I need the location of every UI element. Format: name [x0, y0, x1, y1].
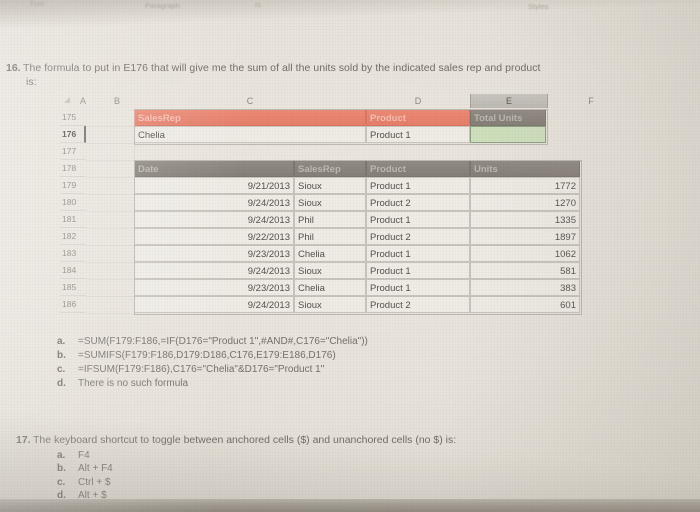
question-16-text-continued: is: — [26, 76, 37, 88]
grid-cell-ab-179 — [86, 177, 135, 195]
grid-cell-ab-183 — [86, 245, 135, 263]
criteria-value-total-units[interactable] — [470, 126, 546, 143]
table-row[interactable]: Product 2 — [366, 194, 470, 211]
word-ribbon-remnant: Font Paragraph rs Styles — [0, 0, 700, 20]
data-header-units: Units — [470, 160, 580, 177]
table-row[interactable]: Product 1 — [366, 245, 470, 262]
table-row[interactable]: 9/24/2013 — [134, 211, 294, 228]
table-row[interactable]: Sioux — [294, 296, 366, 313]
ribbon-font-label: Font — [30, 1, 45, 8]
table-row[interactable]: Sioux — [294, 194, 366, 211]
table-row[interactable]: Phil — [294, 211, 366, 228]
grid-cell-ab-176 — [86, 126, 135, 144]
grid-cell-ab-181 — [86, 211, 135, 229]
table-row[interactable]: Chelia — [294, 245, 366, 262]
option-16b-letter: b. — [57, 350, 66, 361]
option-17a-text[interactable]: F4 — [78, 450, 90, 461]
table-row[interactable]: 1270 — [470, 194, 580, 211]
option-16c-text[interactable]: =IFSUM(F179:F186),C176="Chelia"&D176="Pr… — [78, 364, 324, 375]
grid-cell-ab-180 — [86, 194, 135, 212]
table-row[interactable]: Sioux — [294, 177, 366, 194]
table-row[interactable]: 9/24/2013 — [134, 296, 294, 313]
option-17c-letter: c. — [57, 477, 66, 488]
criteria-value-salesrep[interactable]: Chelia — [134, 126, 366, 143]
data-header-salesrep: SalesRep — [294, 160, 366, 177]
question-17-number: 17. — [16, 434, 31, 446]
ribbon-launcher-icon: rs — [255, 2, 261, 9]
option-17b-text[interactable]: Alt + F4 — [78, 463, 113, 474]
spreadsheet-screenshot: A B C D E F 175 176 177 178 179 180 181 … — [60, 94, 640, 322]
row-header-180[interactable]: 180 — [60, 194, 86, 211]
column-header-c[interactable]: C — [134, 94, 366, 108]
table-row[interactable]: 383 — [470, 279, 580, 296]
option-16a-letter: a. — [57, 336, 66, 347]
option-16c-letter: c. — [57, 364, 66, 375]
ribbon-styles-label: Styles — [528, 2, 549, 11]
table-row[interactable]: 581 — [470, 262, 580, 279]
grid-cell-ab-178 — [86, 160, 135, 178]
criteria-header-product: Product — [366, 109, 470, 126]
grid-cell-ab-177 — [86, 143, 135, 161]
criteria-header-total-units: Total Units — [470, 109, 546, 126]
grid-cell-ab-184 — [86, 262, 135, 280]
table-row[interactable]: Product 1 — [366, 177, 470, 194]
row-header-175[interactable]: 175 — [60, 109, 86, 126]
grid-cell-ab-186 — [86, 296, 135, 314]
row-header-178[interactable]: 178 — [60, 160, 86, 177]
option-17b-letter: b. — [57, 463, 66, 474]
grid-cell-ab-185 — [86, 279, 135, 297]
option-16d-text[interactable]: There is no such formula — [78, 378, 188, 389]
question-16-text: The formula to put in E176 that will giv… — [23, 62, 541, 74]
table-row[interactable]: 1772 — [470, 177, 580, 194]
table-row[interactable]: 9/22/2013 — [134, 228, 294, 245]
option-17c-text[interactable]: Ctrl + $ — [78, 477, 111, 488]
table-row[interactable]: 601 — [470, 296, 580, 313]
column-header-e[interactable]: E — [470, 94, 548, 108]
table-row[interactable]: Product 1 — [366, 279, 470, 296]
column-header-a[interactable]: A — [68, 94, 98, 108]
photographed-exam-page: Font Paragraph rs Styles 16. The formula… — [0, 0, 700, 512]
row-header-179[interactable]: 179 — [60, 177, 86, 194]
grid-cell-ab-182 — [86, 228, 135, 246]
table-row[interactable]: 9/24/2013 — [134, 262, 294, 279]
row-header-186[interactable]: 186 — [60, 296, 86, 313]
row-header-176[interactable]: 176 — [60, 126, 86, 143]
table-row[interactable]: 1062 — [470, 245, 580, 262]
criteria-header-salesrep: SalesRep — [134, 109, 366, 126]
table-row[interactable]: Chelia — [294, 279, 366, 296]
option-16b-text[interactable]: =SUMIFS(F179:F186,D179:D186,C176,E179:E1… — [78, 350, 336, 361]
row-header-177[interactable]: 177 — [60, 143, 86, 160]
question-17-text: The keyboard shortcut to toggle between … — [33, 434, 457, 446]
row-header-182[interactable]: 182 — [60, 228, 86, 245]
option-16a-text[interactable]: =SUM(F179:F186,=IF(D176="Product 1",#AND… — [78, 336, 368, 347]
table-row[interactable]: Product 2 — [366, 228, 470, 245]
question-16-number: 16. — [6, 62, 21, 74]
table-row[interactable]: Product 1 — [366, 211, 470, 228]
table-row[interactable]: 9/21/2013 — [134, 177, 294, 194]
table-row[interactable]: Product 2 — [366, 296, 470, 313]
table-row[interactable]: 9/23/2013 — [134, 245, 294, 262]
data-header-date: Date — [134, 160, 294, 177]
table-row[interactable]: 1897 — [470, 228, 580, 245]
row-header-185[interactable]: 185 — [60, 279, 86, 296]
ribbon-paragraph-label: Paragraph — [145, 1, 181, 10]
grid-cell-ab-175 — [86, 109, 135, 127]
table-row[interactable]: 9/23/2013 — [134, 279, 294, 296]
data-header-product: Product — [366, 160, 470, 177]
row-header-183[interactable]: 183 — [60, 245, 86, 262]
table-row[interactable]: Product 1 — [366, 262, 470, 279]
row-header-184[interactable]: 184 — [60, 262, 86, 279]
column-header-f[interactable]: F — [546, 94, 636, 108]
table-row[interactable]: 9/24/2013 — [134, 194, 294, 211]
option-17a-letter: a. — [57, 450, 66, 461]
page-bottom-edge — [0, 499, 700, 512]
table-row[interactable]: 1335 — [470, 211, 580, 228]
table-row[interactable]: Sioux — [294, 262, 366, 279]
criteria-value-product[interactable]: Product 1 — [366, 126, 470, 143]
table-row[interactable]: Phil — [294, 228, 366, 245]
option-16d-letter: d. — [57, 378, 66, 389]
row-header-181[interactable]: 181 — [60, 211, 86, 228]
column-header-d[interactable]: D — [366, 94, 470, 108]
column-header-b[interactable]: B — [100, 94, 134, 108]
